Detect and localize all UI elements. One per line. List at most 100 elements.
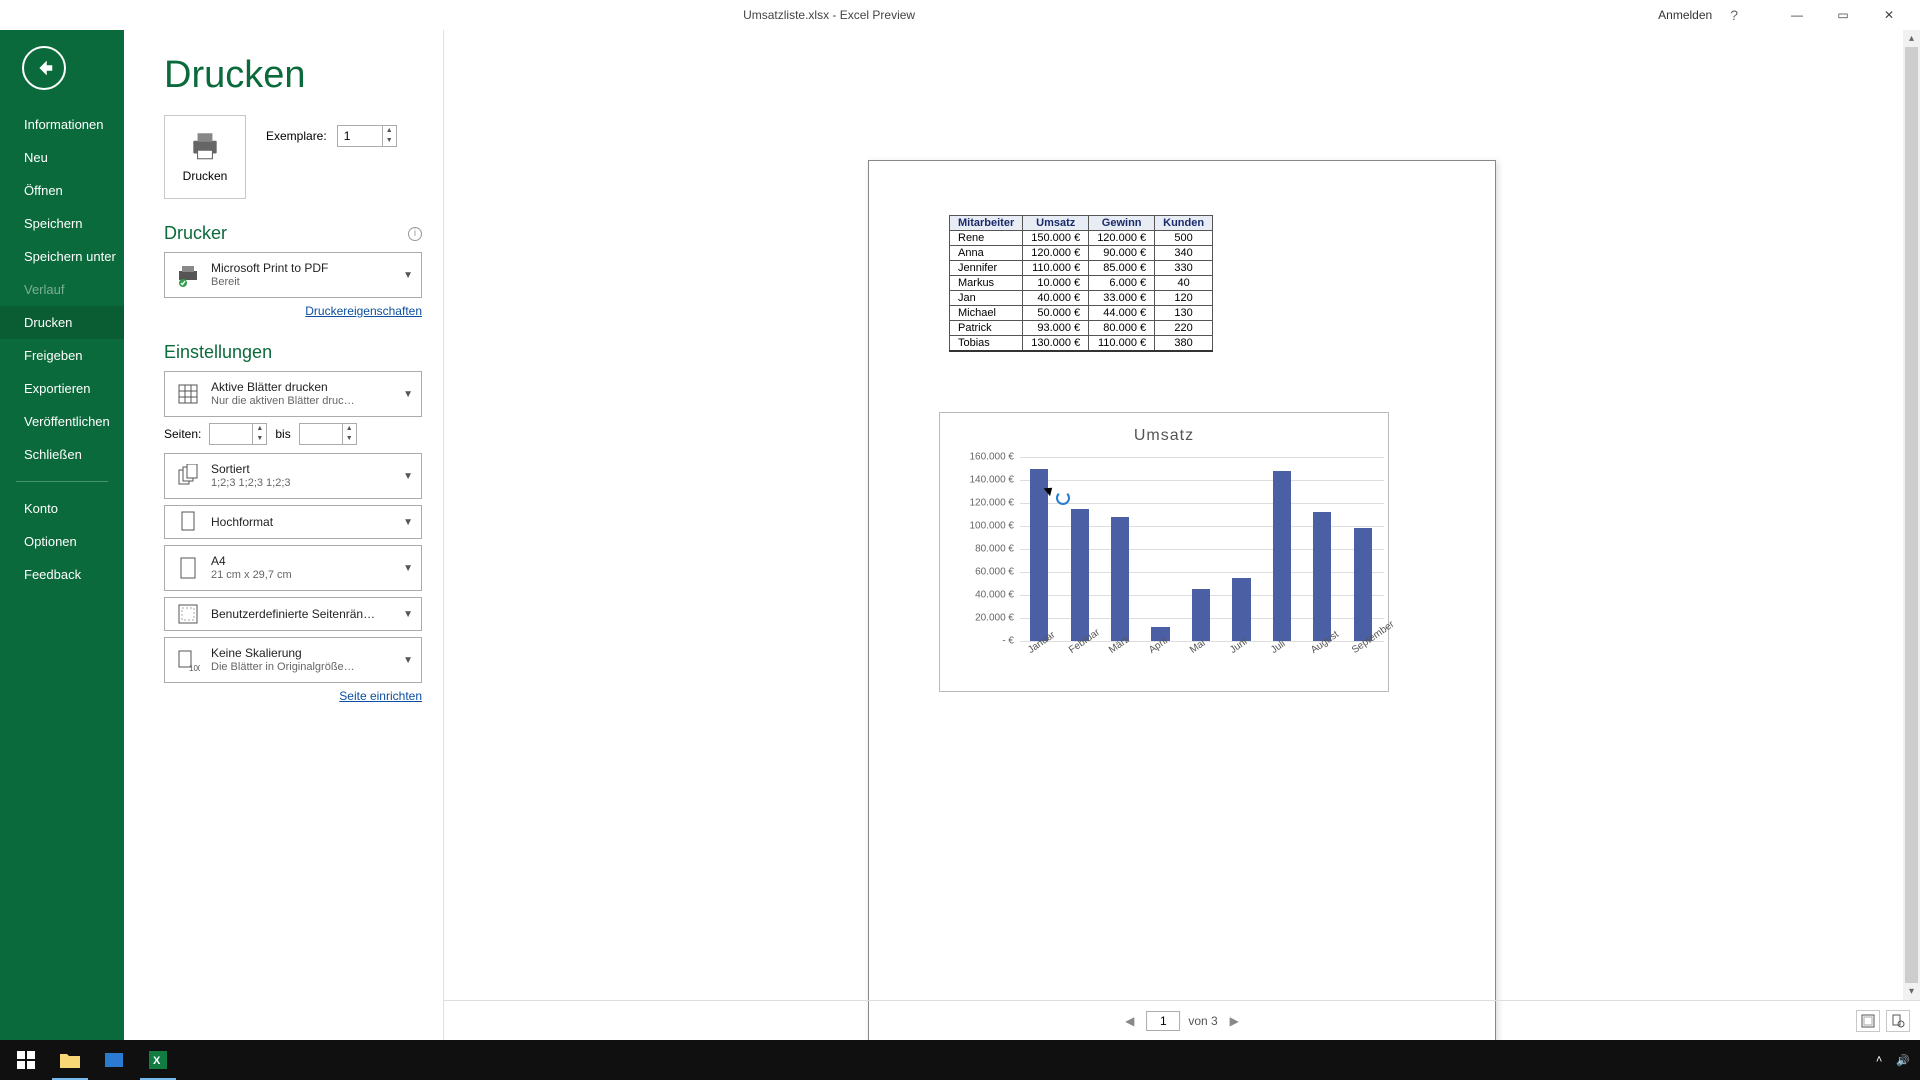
- pages-from-spinner[interactable]: ▲▼: [209, 423, 267, 445]
- sidebar-item-freigeben[interactable]: Freigeben: [0, 339, 124, 372]
- table-row: Rene150.000 €120.000 €500: [950, 231, 1213, 246]
- taskbar-app-1[interactable]: [92, 1040, 136, 1080]
- chart-bar: [1192, 589, 1210, 641]
- sidebar-item-öffnen[interactable]: Öffnen: [0, 174, 124, 207]
- sidebar-item-speichern[interactable]: Speichern: [0, 207, 124, 240]
- printer-name: Microsoft Print to PDF: [211, 261, 389, 275]
- chevron-down-icon: ▼: [403, 270, 413, 281]
- sidebar-item-schließen[interactable]: Schließen: [0, 438, 124, 471]
- svg-text:X: X: [153, 1055, 161, 1067]
- preview-page: MitarbeiterUmsatzGewinnKundenRene150.000…: [868, 160, 1496, 1045]
- chart-bar: [1313, 512, 1331, 641]
- tray-chevron-icon[interactable]: ˄: [1876, 1054, 1882, 1066]
- chevron-down-icon: ▼: [403, 563, 413, 574]
- page-icon: [175, 555, 201, 581]
- start-button[interactable]: [4, 1040, 48, 1080]
- chart-bar: [1354, 528, 1372, 641]
- table-row: Patrick93.000 €80.000 €220: [950, 321, 1213, 336]
- chart-ytick: 120.000 €: [942, 498, 1020, 509]
- back-button[interactable]: [22, 46, 66, 90]
- scroll-thumb[interactable]: [1905, 47, 1918, 983]
- pages-to-spinner[interactable]: ▲▼: [299, 423, 357, 445]
- table-header: Kunden: [1155, 216, 1213, 231]
- next-page-button[interactable]: ▶: [1226, 1014, 1243, 1028]
- settings-section-title: Einstellungen: [164, 342, 272, 363]
- printer-info-icon[interactable]: i: [408, 227, 422, 241]
- minimize-button[interactable]: —: [1774, 1, 1820, 29]
- page-count-label: von 3: [1188, 1014, 1217, 1028]
- close-button[interactable]: ✕: [1866, 1, 1912, 29]
- chart-bar: [1232, 578, 1250, 641]
- printer-dropdown[interactable]: Microsoft Print to PDF Bereit ▼: [164, 252, 422, 298]
- chart-ytick: 40.000 €: [942, 590, 1020, 601]
- chart-title: Umsatz: [948, 427, 1380, 445]
- show-margins-button[interactable]: [1856, 1010, 1880, 1032]
- taskbar-excel[interactable]: X: [136, 1040, 180, 1080]
- chart-ytick: 160.000 €: [942, 452, 1020, 463]
- signin-link[interactable]: Anmelden: [1658, 8, 1712, 22]
- table-header: Mitarbeiter: [950, 216, 1023, 231]
- tray-volume-icon[interactable]: 🔊: [1896, 1054, 1910, 1067]
- chart-ytick: - €: [942, 636, 1020, 647]
- printer-status: Bereit: [211, 275, 389, 289]
- page-heading: Drucken: [164, 54, 422, 97]
- pages-to-label: bis: [275, 427, 290, 441]
- backstage-sidebar: InformationenNeuÖffnenSpeichernSpeichern…: [0, 30, 124, 1040]
- chevron-down-icon: ▼: [403, 389, 413, 400]
- help-icon[interactable]: ?: [1730, 7, 1738, 23]
- printer-section-title: Drucker: [164, 223, 227, 244]
- print-what-dropdown[interactable]: Aktive Blätter drucken Nur die aktiven B…: [164, 371, 422, 417]
- margins-dropdown[interactable]: Benutzerdefinierte Seitenrän… ▼: [164, 597, 422, 631]
- table-row: Markus10.000 €6.000 €40: [950, 276, 1213, 291]
- orientation-dropdown[interactable]: Hochformat ▼: [164, 505, 422, 539]
- sidebar-item-drucken[interactable]: Drucken: [0, 306, 124, 339]
- preview-table: MitarbeiterUmsatzGewinnKundenRene150.000…: [949, 215, 1213, 352]
- scroll-up-button[interactable]: ▴: [1903, 30, 1920, 47]
- page-number-input[interactable]: [1146, 1011, 1180, 1031]
- maximize-button[interactable]: ▭: [1820, 1, 1866, 29]
- sidebar-item-optionen[interactable]: Optionen: [0, 525, 124, 558]
- prev-page-button[interactable]: ◀: [1121, 1014, 1138, 1028]
- print-options-panel: Drucken Drucken Exemplare: ▲▼ Drucker: [124, 30, 444, 1040]
- pages-to-input[interactable]: [300, 424, 342, 444]
- zoom-to-page-button[interactable]: [1886, 1010, 1910, 1032]
- sidebar-item-neu[interactable]: Neu: [0, 141, 124, 174]
- chevron-down-icon: ▼: [403, 517, 413, 528]
- sidebar-item-konto[interactable]: Konto: [0, 492, 124, 525]
- margins-icon: [175, 601, 201, 627]
- copies-input[interactable]: [338, 126, 382, 146]
- taskbar-file-explorer[interactable]: [48, 1040, 92, 1080]
- svg-text:100: 100: [189, 664, 200, 672]
- chart-bar: [1071, 509, 1089, 641]
- sidebar-item-speichern-unter[interactable]: Speichern unter: [0, 240, 124, 273]
- sidebar-item-veröffentlichen[interactable]: Veröffentlichen: [0, 405, 124, 438]
- collate-dropdown[interactable]: Sortiert 1;2;3 1;2;3 1;2;3 ▼: [164, 453, 422, 499]
- sidebar-item-feedback[interactable]: Feedback: [0, 558, 124, 591]
- sidebar-item-verlauf: Verlauf: [0, 273, 124, 306]
- sidebar-item-exportieren[interactable]: Exportieren: [0, 372, 124, 405]
- portrait-icon: [175, 509, 201, 535]
- copies-down[interactable]: ▼: [383, 136, 396, 146]
- paper-size-dropdown[interactable]: A4 21 cm x 29,7 cm ▼: [164, 545, 422, 591]
- printer-properties-link[interactable]: Druckereigenschaften: [164, 304, 422, 318]
- print-button[interactable]: Drucken: [164, 115, 246, 199]
- preview-chart: Umsatz 160.000 €140.000 €120.000 €100.00…: [939, 412, 1389, 692]
- chart-bar: [1273, 471, 1291, 641]
- chart-ytick: 20.000 €: [942, 613, 1020, 624]
- copies-up[interactable]: ▲: [383, 126, 396, 136]
- preview-scrollbar[interactable]: ▴ ▾: [1903, 30, 1920, 1000]
- sidebar-item-informationen[interactable]: Informationen: [0, 108, 124, 141]
- table-row: Jan40.000 €33.000 €120: [950, 291, 1213, 306]
- scaling-dropdown[interactable]: 100 Keine Skalierung Die Blätter in Orig…: [164, 637, 422, 683]
- copies-spinner[interactable]: ▲▼: [337, 125, 397, 147]
- scroll-down-button[interactable]: ▾: [1903, 983, 1920, 1000]
- chart-bar: [1111, 517, 1129, 641]
- printer-device-icon: [175, 262, 201, 288]
- taskbar: X ˄ 🔊: [0, 1040, 1920, 1080]
- chart-ytick: 60.000 €: [942, 567, 1020, 578]
- table-header: Umsatz: [1023, 216, 1089, 231]
- page-setup-link[interactable]: Seite einrichten: [164, 689, 422, 703]
- chevron-down-icon: ▼: [403, 471, 413, 482]
- pages-from-input[interactable]: [210, 424, 252, 444]
- chart-bar: [1030, 469, 1048, 642]
